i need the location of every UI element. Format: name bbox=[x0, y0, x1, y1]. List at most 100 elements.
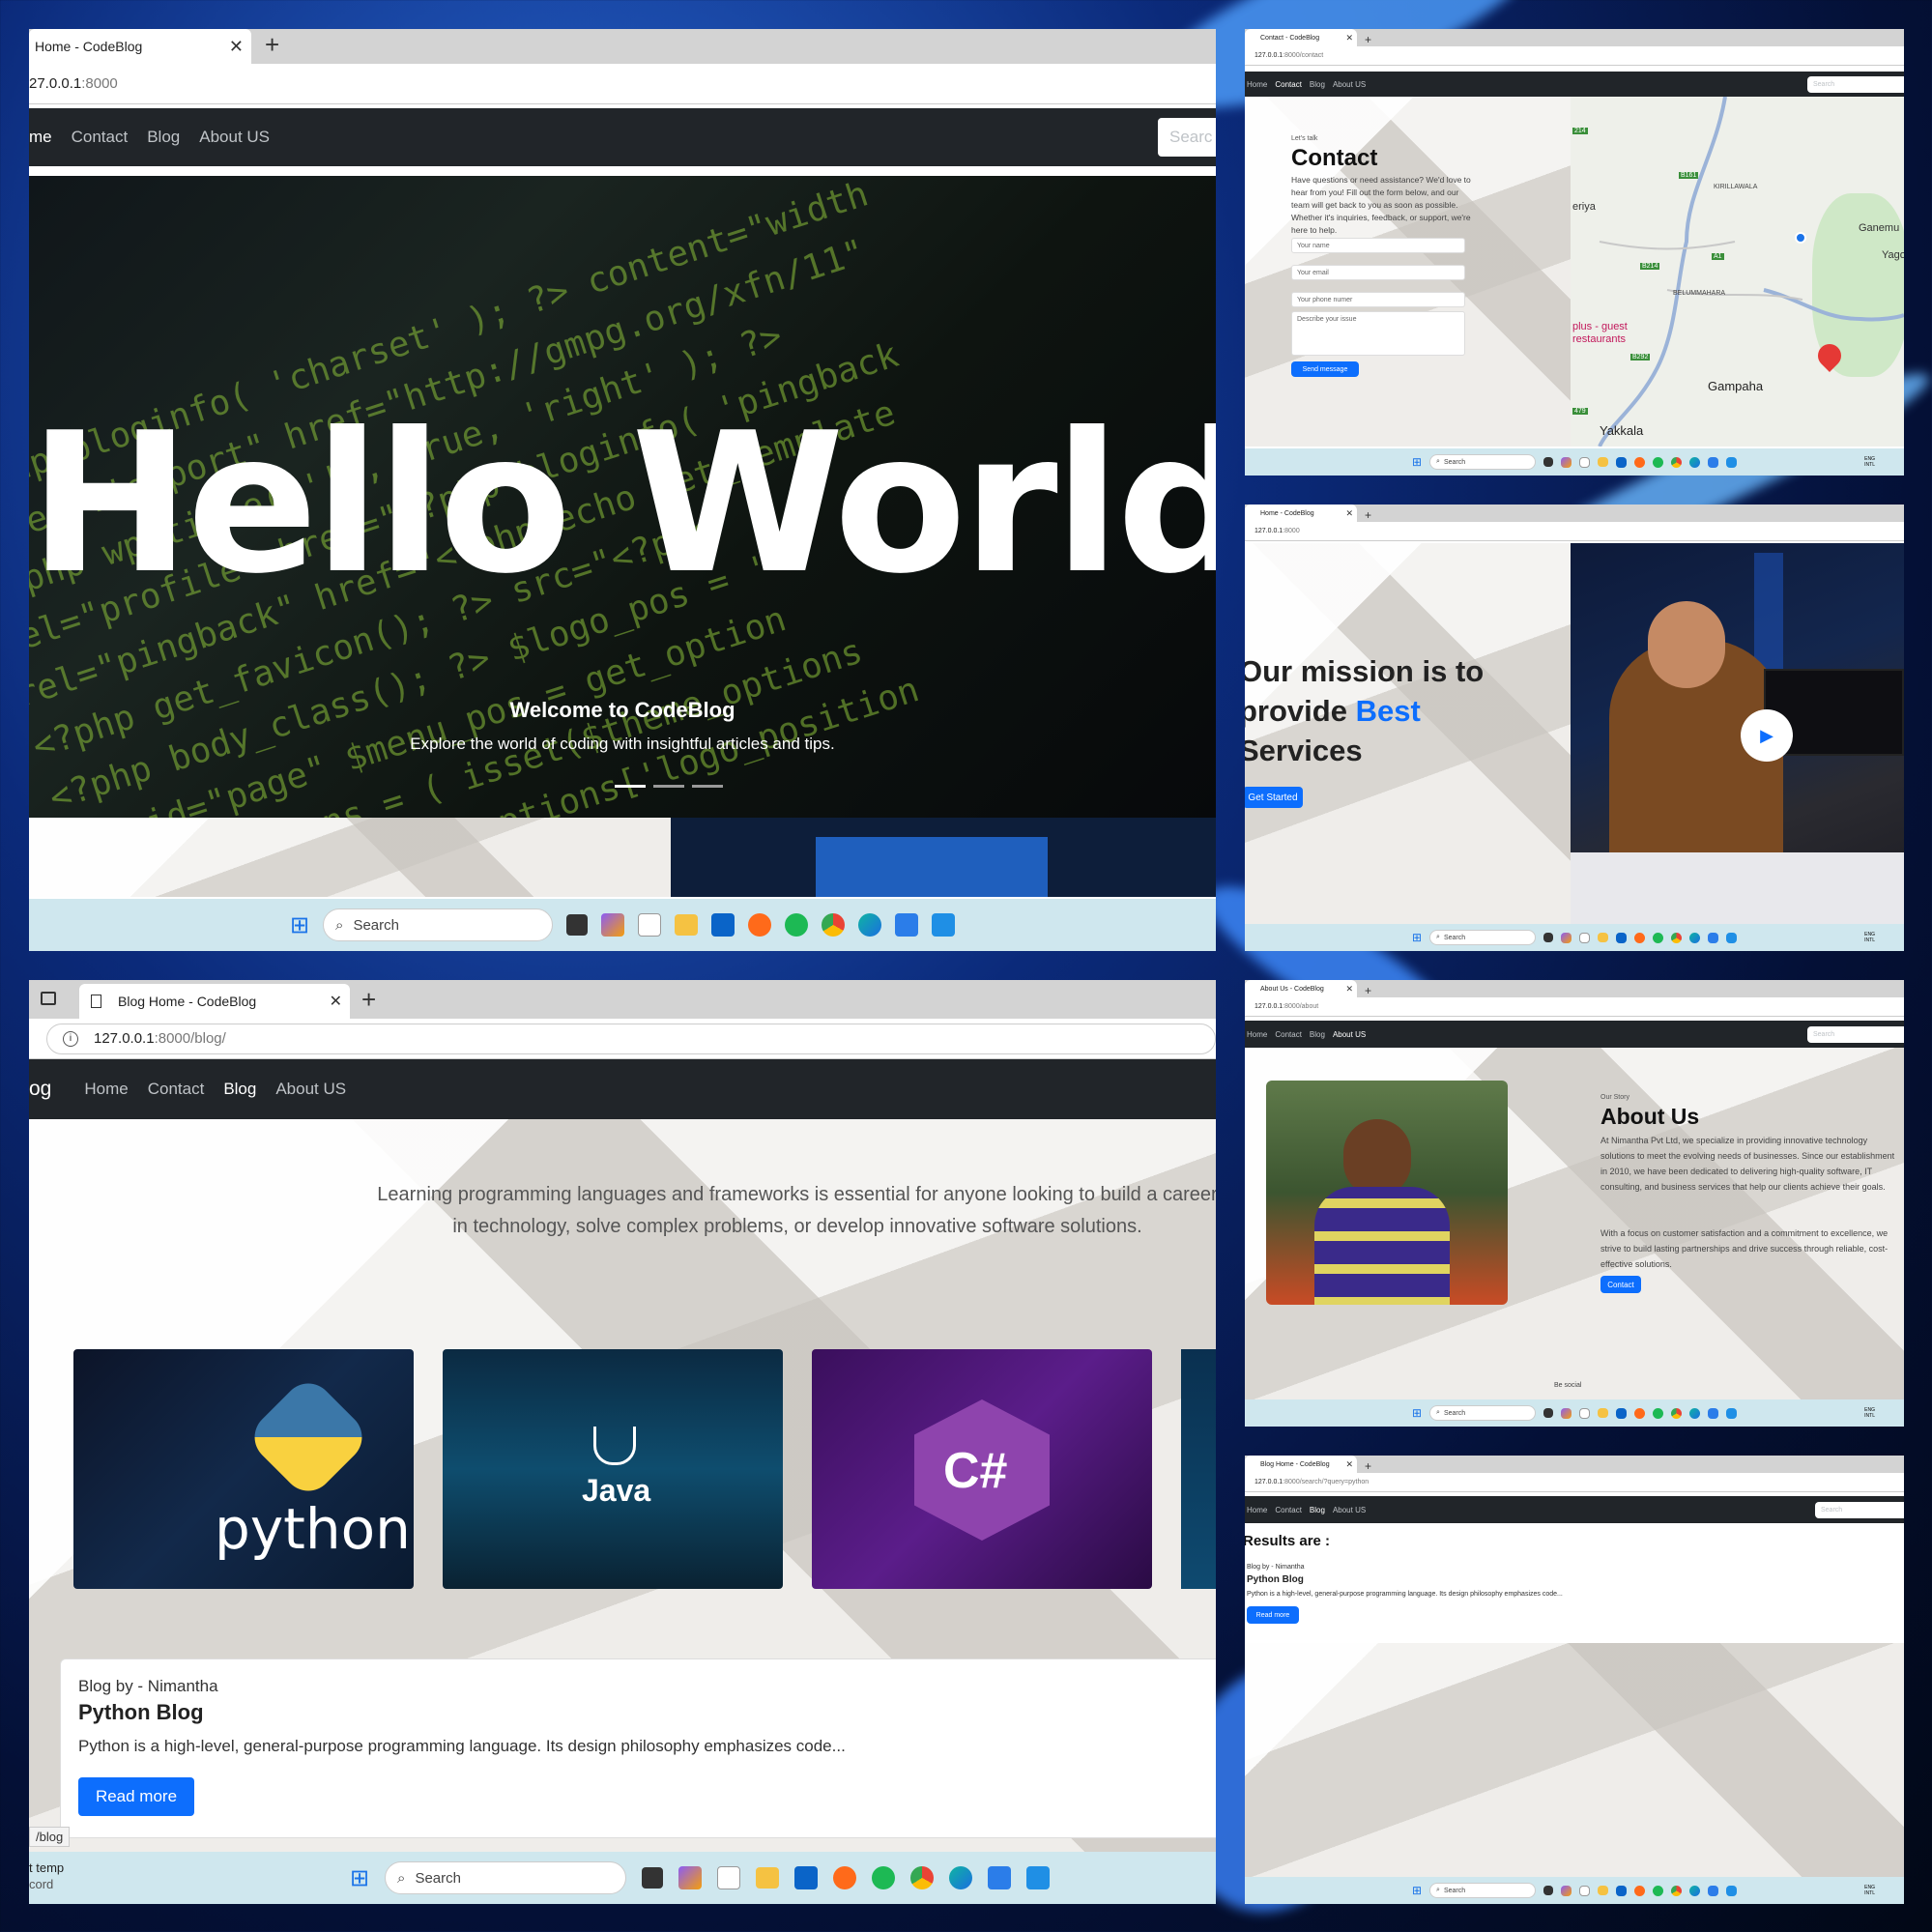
carousel-indicator[interactable] bbox=[653, 785, 684, 788]
tab-about[interactable]: About Us - CodeBlog ✕ bbox=[1245, 980, 1357, 997]
taskbar-search[interactable]: ⌕ Search bbox=[385, 1861, 627, 1894]
photos-icon[interactable] bbox=[1708, 932, 1719, 943]
file-explorer-icon[interactable] bbox=[756, 1867, 780, 1889]
brand-logo[interactable]: og bbox=[29, 1078, 51, 1101]
windows-start-icon[interactable]: ⊞ bbox=[350, 1864, 369, 1892]
tab-contact[interactable]: Contact - CodeBlog ✕ bbox=[1245, 29, 1357, 46]
close-tab-icon[interactable]: ✕ bbox=[1345, 1459, 1353, 1470]
firefox-icon[interactable] bbox=[1634, 1885, 1646, 1896]
nav-contact[interactable]: Contact bbox=[1275, 1030, 1302, 1039]
tab-actions-icon[interactable] bbox=[41, 992, 56, 1005]
search-input[interactable]: Search bbox=[1807, 76, 1904, 93]
file-explorer-icon[interactable] bbox=[1598, 1886, 1609, 1895]
outlook-icon[interactable] bbox=[711, 913, 735, 937]
nav-about[interactable]: About US bbox=[1333, 80, 1366, 89]
new-tab-icon[interactable]: + bbox=[361, 985, 376, 1015]
vscode-icon[interactable] bbox=[1726, 1885, 1738, 1896]
contact-button[interactable]: Contact bbox=[1600, 1276, 1641, 1293]
get-started-button[interactable]: Get Started bbox=[1245, 787, 1303, 808]
nav-blog[interactable]: Blog bbox=[1310, 80, 1325, 89]
language-indicator[interactable]: ENG INTL bbox=[1864, 456, 1875, 468]
tab-home[interactable]: Home - CodeBlog ✕ bbox=[29, 29, 251, 64]
card-python[interactable]: python bbox=[73, 1349, 414, 1589]
close-tab-icon[interactable]: ✕ bbox=[1345, 33, 1353, 43]
amazon-icon[interactable] bbox=[1579, 1885, 1591, 1896]
outlook-icon[interactable] bbox=[1616, 456, 1628, 468]
chrome-icon[interactable] bbox=[822, 913, 846, 937]
spotify-icon[interactable] bbox=[1653, 1407, 1664, 1419]
mission-video[interactable]: ▶ bbox=[1571, 543, 1904, 924]
task-view-icon[interactable] bbox=[642, 1867, 664, 1889]
search-input[interactable]: Searc bbox=[1158, 118, 1216, 157]
windows-start-icon[interactable]: ⊞ bbox=[1412, 931, 1422, 944]
close-tab-icon[interactable]: ✕ bbox=[330, 992, 342, 1011]
amazon-icon[interactable] bbox=[717, 1866, 741, 1889]
search-input[interactable]: Search bbox=[1815, 1502, 1904, 1518]
copilot-icon[interactable] bbox=[1561, 456, 1572, 468]
spotify-icon[interactable] bbox=[872, 1866, 896, 1889]
chrome-icon[interactable] bbox=[910, 1866, 935, 1889]
carousel-indicator[interactable] bbox=[692, 785, 723, 788]
taskbar-search[interactable]: ⌕ Search bbox=[1429, 930, 1537, 945]
nav-blog[interactable]: Blog bbox=[1310, 1030, 1325, 1039]
nav-home[interactable]: Home bbox=[84, 1080, 128, 1099]
photos-icon[interactable] bbox=[988, 1866, 1012, 1889]
issue-textarea[interactable]: Describe your issue bbox=[1291, 311, 1465, 356]
send-message-button[interactable]: Send message bbox=[1291, 361, 1359, 377]
language-indicator[interactable]: ENG INTL bbox=[1864, 1407, 1875, 1419]
firefox-icon[interactable] bbox=[1634, 456, 1646, 468]
chrome-icon[interactable] bbox=[1671, 456, 1683, 468]
nav-contact[interactable]: Contact bbox=[72, 128, 129, 147]
new-tab-icon[interactable]: + bbox=[1365, 984, 1371, 997]
copilot-icon[interactable] bbox=[1561, 1885, 1572, 1896]
windows-start-icon[interactable]: ⊞ bbox=[1412, 1884, 1422, 1897]
nav-contact[interactable]: Contact bbox=[148, 1080, 205, 1099]
taskbar-search[interactable]: ⌕ Search bbox=[323, 908, 554, 941]
tab-blog-home[interactable]: Blog Home - CodeBlog ✕ bbox=[1245, 1456, 1357, 1473]
map[interactable]: eriya KIRILLAWALA BELUMMAHARA Ganemu Yag… bbox=[1571, 97, 1904, 447]
firefox-icon[interactable] bbox=[748, 913, 772, 937]
chrome-icon[interactable] bbox=[1671, 932, 1683, 943]
weather-widget[interactable]: t temp cord bbox=[29, 1860, 64, 1892]
task-view-icon[interactable] bbox=[566, 914, 589, 936]
task-view-icon[interactable] bbox=[1543, 933, 1554, 942]
windows-start-icon[interactable]: ⊞ bbox=[290, 911, 309, 939]
name-field[interactable]: Your name bbox=[1291, 238, 1465, 253]
task-view-icon[interactable] bbox=[1543, 1408, 1554, 1418]
close-tab-icon[interactable]: ✕ bbox=[1345, 508, 1353, 519]
taskbar-search[interactable]: ⌕ Search bbox=[1429, 454, 1537, 470]
edge-icon[interactable] bbox=[1689, 932, 1701, 943]
read-more-button[interactable]: Read more bbox=[1247, 1606, 1299, 1624]
card-next-partial[interactable] bbox=[1181, 1349, 1216, 1589]
amazon-icon[interactable] bbox=[1579, 456, 1591, 468]
spotify-icon[interactable] bbox=[1653, 932, 1664, 943]
vscode-icon[interactable] bbox=[1726, 1407, 1738, 1419]
outlook-icon[interactable] bbox=[794, 1866, 819, 1889]
nav-home[interactable]: me bbox=[29, 128, 52, 147]
vscode-icon[interactable] bbox=[1726, 932, 1738, 943]
task-view-icon[interactable] bbox=[1543, 1886, 1554, 1895]
nav-blog[interactable]: Blog bbox=[147, 128, 180, 147]
taskbar-search[interactable]: ⌕ Search bbox=[1429, 1405, 1537, 1421]
amazon-icon[interactable] bbox=[1579, 1407, 1591, 1419]
copilot-icon[interactable] bbox=[1561, 1407, 1572, 1419]
outlook-icon[interactable] bbox=[1616, 1885, 1628, 1896]
nav-contact[interactable]: Contact bbox=[1275, 1506, 1302, 1514]
card-csharp[interactable]: C# bbox=[812, 1349, 1152, 1589]
site-info-icon[interactable]: i bbox=[63, 1030, 78, 1047]
close-tab-icon[interactable]: ✕ bbox=[229, 37, 244, 57]
new-tab-icon[interactable]: + bbox=[1365, 508, 1371, 522]
close-tab-icon[interactable]: ✕ bbox=[1345, 984, 1353, 995]
copilot-icon[interactable] bbox=[601, 913, 625, 937]
task-view-icon[interactable] bbox=[1543, 457, 1554, 467]
nav-home[interactable]: Home bbox=[1247, 1030, 1267, 1039]
windows-start-icon[interactable]: ⊞ bbox=[1412, 455, 1422, 469]
vscode-icon[interactable] bbox=[1026, 1866, 1051, 1889]
firefox-icon[interactable] bbox=[833, 1866, 857, 1889]
tab-home[interactable]: Home - CodeBlog ✕ bbox=[1245, 505, 1357, 522]
vscode-icon[interactable] bbox=[932, 913, 956, 937]
address-bar[interactable]: i 127.0.0.1:8000/blog/ bbox=[29, 1019, 1216, 1059]
address-bar[interactable]: 127.0.0.1:8000/about bbox=[1245, 997, 1904, 1017]
address-bar[interactable]: 127.0.0.1:8000/contact bbox=[1245, 46, 1904, 66]
file-explorer-icon[interactable] bbox=[675, 914, 699, 936]
